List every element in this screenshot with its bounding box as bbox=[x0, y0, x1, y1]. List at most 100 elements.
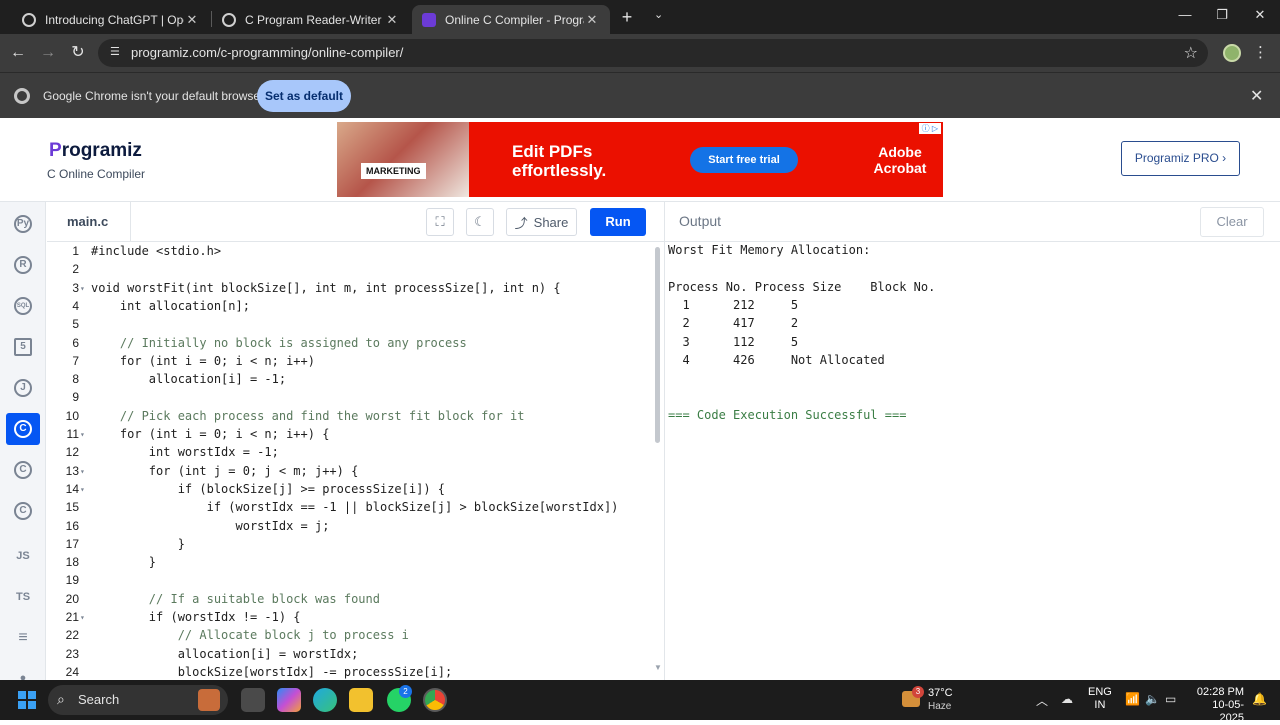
edge-icon[interactable] bbox=[313, 688, 337, 712]
bookmark-star-icon[interactable]: ☆ bbox=[1184, 43, 1198, 63]
fold-toggle-icon[interactable]: ▾ bbox=[80, 284, 85, 293]
output-line: Worst Fit Memory Allocation: bbox=[668, 243, 871, 257]
sidebar-item-python[interactable]: Py bbox=[6, 208, 40, 240]
fold-toggle-icon[interactable]: ▾ bbox=[80, 485, 85, 494]
weather-temp: 37°C bbox=[928, 687, 953, 699]
code-line[interactable]: // Allocate block j to process i bbox=[91, 628, 409, 642]
windows-start-icon[interactable] bbox=[18, 691, 36, 709]
python-icon: Py bbox=[14, 215, 32, 233]
sidebar-item-javascript[interactable]: JS bbox=[6, 540, 40, 572]
task-view-icon[interactable] bbox=[241, 688, 265, 712]
close-tab-icon[interactable]: ✕ bbox=[384, 12, 400, 28]
code-line[interactable]: allocation[i] = worstIdx; bbox=[91, 647, 359, 661]
run-button[interactable]: Run bbox=[590, 208, 646, 236]
code-line[interactable]: if (worstIdx == -1 || blockSize[j] > blo… bbox=[91, 500, 619, 514]
code-line[interactable]: // Pick each process and find the worst … bbox=[91, 409, 525, 423]
sidebar-item-cpp[interactable]: C bbox=[6, 454, 40, 486]
ad-cta-button[interactable]: Start free trial bbox=[690, 147, 798, 173]
adchoices-icon[interactable]: ⓘ ▷ bbox=[918, 123, 941, 134]
clear-button[interactable]: Clear bbox=[1200, 207, 1264, 237]
tab-reader-writer[interactable]: C Program Reader-Writer Sema ✕ bbox=[212, 5, 410, 34]
sidebar-item-go[interactable]: ≡ bbox=[6, 622, 40, 654]
url-text: programiz.com/c-programming/online-compi… bbox=[131, 45, 404, 60]
sidebar-item-c[interactable]: C bbox=[6, 413, 40, 445]
code-line[interactable]: for (int j = 0; j < m; j++) { bbox=[91, 464, 359, 478]
fold-toggle-icon[interactable]: ▾ bbox=[80, 613, 85, 622]
line-number: 20 bbox=[65, 591, 79, 606]
sidebar-item-html[interactable]: 5 bbox=[6, 331, 40, 363]
sidebar-item-java[interactable]: J bbox=[6, 372, 40, 404]
reload-icon[interactable]: ↻ bbox=[68, 43, 88, 63]
weather-widget[interactable]: 37°C Haze bbox=[900, 686, 960, 714]
sidebar-item-r[interactable]: R bbox=[6, 249, 40, 281]
code-line[interactable]: int worstIdx = -1; bbox=[91, 445, 279, 459]
site-info-icon[interactable]: ☰ bbox=[110, 45, 124, 59]
address-bar[interactable]: ☰ programiz.com/c-programming/online-com… bbox=[98, 39, 1208, 67]
code-line[interactable]: for (int i = 0; i < n; i++) bbox=[91, 354, 315, 368]
window-close-icon[interactable]: ✕ bbox=[1250, 7, 1270, 23]
scroll-down-icon[interactable]: ▼ bbox=[654, 663, 662, 672]
infobar-close-icon[interactable]: ✕ bbox=[1250, 86, 1263, 106]
code-line[interactable]: allocation[i] = -1; bbox=[91, 372, 286, 386]
sidebar-item-csharp[interactable]: C bbox=[6, 495, 40, 527]
logo-text: rogramiz bbox=[61, 140, 142, 161]
code-line[interactable]: blockSize[worstIdx] -= processSize[i]; bbox=[91, 665, 453, 679]
share-label: Share bbox=[533, 214, 569, 230]
code-line[interactable]: #include <stdio.h> bbox=[91, 244, 221, 258]
code-line[interactable]: void worstFit(int blockSize[], int m, in… bbox=[91, 281, 561, 295]
share-button[interactable]: ⤴ Share bbox=[506, 208, 577, 236]
wifi-icon[interactable]: 📶 bbox=[1125, 692, 1140, 706]
editor-scrollbar[interactable] bbox=[655, 247, 660, 443]
fold-toggle-icon[interactable]: ▾ bbox=[80, 430, 85, 439]
sidebar-item-typescript[interactable]: TS bbox=[6, 581, 40, 613]
file-tab[interactable]: main.c bbox=[47, 202, 131, 242]
code-line[interactable]: } bbox=[91, 537, 185, 551]
code-line[interactable]: if (worstIdx != -1) { bbox=[91, 610, 301, 624]
sidebar-item-sql[interactable]: SQL bbox=[6, 290, 40, 322]
forward-icon[interactable]: → bbox=[38, 43, 58, 63]
code-line[interactable]: // If a suitable block was found bbox=[91, 592, 380, 606]
onedrive-icon[interactable]: ☁ bbox=[1061, 692, 1073, 706]
code-line[interactable]: if (blockSize[j] >= processSize[i]) { bbox=[91, 482, 445, 496]
fold-toggle-icon[interactable]: ▾ bbox=[80, 467, 85, 476]
back-icon[interactable]: ← bbox=[8, 43, 28, 63]
notification-bell-icon[interactable]: 🔔 bbox=[1252, 692, 1267, 706]
profile-avatar[interactable] bbox=[1223, 44, 1241, 62]
chrome-menu-icon[interactable]: ⋮ bbox=[1253, 44, 1268, 62]
taskbar-search[interactable]: ⌕ Search bbox=[48, 685, 228, 715]
dark-mode-icon[interactable]: ☾ bbox=[466, 208, 494, 236]
output-line: 1 212 5 bbox=[668, 297, 799, 312]
system-clock[interactable]: 02:28 PM 10-05-2025 bbox=[1188, 686, 1244, 725]
new-tab-button[interactable]: + bbox=[618, 6, 636, 28]
openai-icon bbox=[222, 12, 236, 27]
language-indicator[interactable]: ENG IN bbox=[1088, 686, 1112, 712]
set-default-button[interactable]: Set as default bbox=[257, 80, 351, 112]
code-editor[interactable]: 1 #include <stdio.h> 2 3 ▾ void worstFit(int … bbox=[47, 242, 664, 680]
code-line[interactable]: int allocation[n]; bbox=[91, 299, 250, 313]
line-number: 3 bbox=[72, 280, 79, 295]
maximize-icon[interactable]: ❐ bbox=[1212, 7, 1232, 23]
programiz-pro-button[interactable]: Programiz PRO › bbox=[1121, 141, 1240, 176]
close-tab-icon[interactable]: ✕ bbox=[184, 12, 200, 28]
code-line[interactable]: for (int i = 0; i < n; i++) { bbox=[91, 427, 330, 441]
code-line[interactable]: // Initially no block is assigned to any… bbox=[91, 336, 467, 350]
minimize-icon[interactable]: — bbox=[1175, 7, 1195, 22]
programiz-logo[interactable]: Programiz bbox=[49, 140, 142, 162]
line-number: 9 bbox=[72, 390, 79, 405]
close-tab-icon[interactable]: ✕ bbox=[584, 12, 600, 28]
tab-chatgpt[interactable]: Introducing ChatGPT | OpenAI ✕ bbox=[12, 5, 210, 34]
java-icon: J bbox=[14, 379, 32, 397]
chrome-taskbar-icon[interactable] bbox=[423, 688, 447, 712]
tab-title: C Program Reader-Writer Sema bbox=[245, 12, 384, 27]
fullscreen-icon[interactable]: ⛶ bbox=[426, 208, 454, 236]
code-line[interactable]: worstIdx = j; bbox=[91, 519, 329, 533]
tab-programiz[interactable]: Online C Compiler - Programiz ✕ bbox=[412, 5, 610, 34]
copilot-icon[interactable] bbox=[277, 688, 301, 712]
volume-icon[interactable]: 🔈 bbox=[1145, 692, 1160, 706]
file-explorer-icon[interactable] bbox=[349, 688, 373, 712]
battery-icon[interactable]: ▭ bbox=[1165, 692, 1176, 706]
advertisement-banner[interactable]: MARKETING Edit PDFs effortlessly. Start … bbox=[337, 122, 943, 197]
code-line[interactable]: } bbox=[91, 555, 156, 569]
tray-overflow-icon[interactable]: ︿ bbox=[1036, 692, 1048, 709]
tab-search-icon[interactable]: ⌄ bbox=[654, 8, 663, 21]
